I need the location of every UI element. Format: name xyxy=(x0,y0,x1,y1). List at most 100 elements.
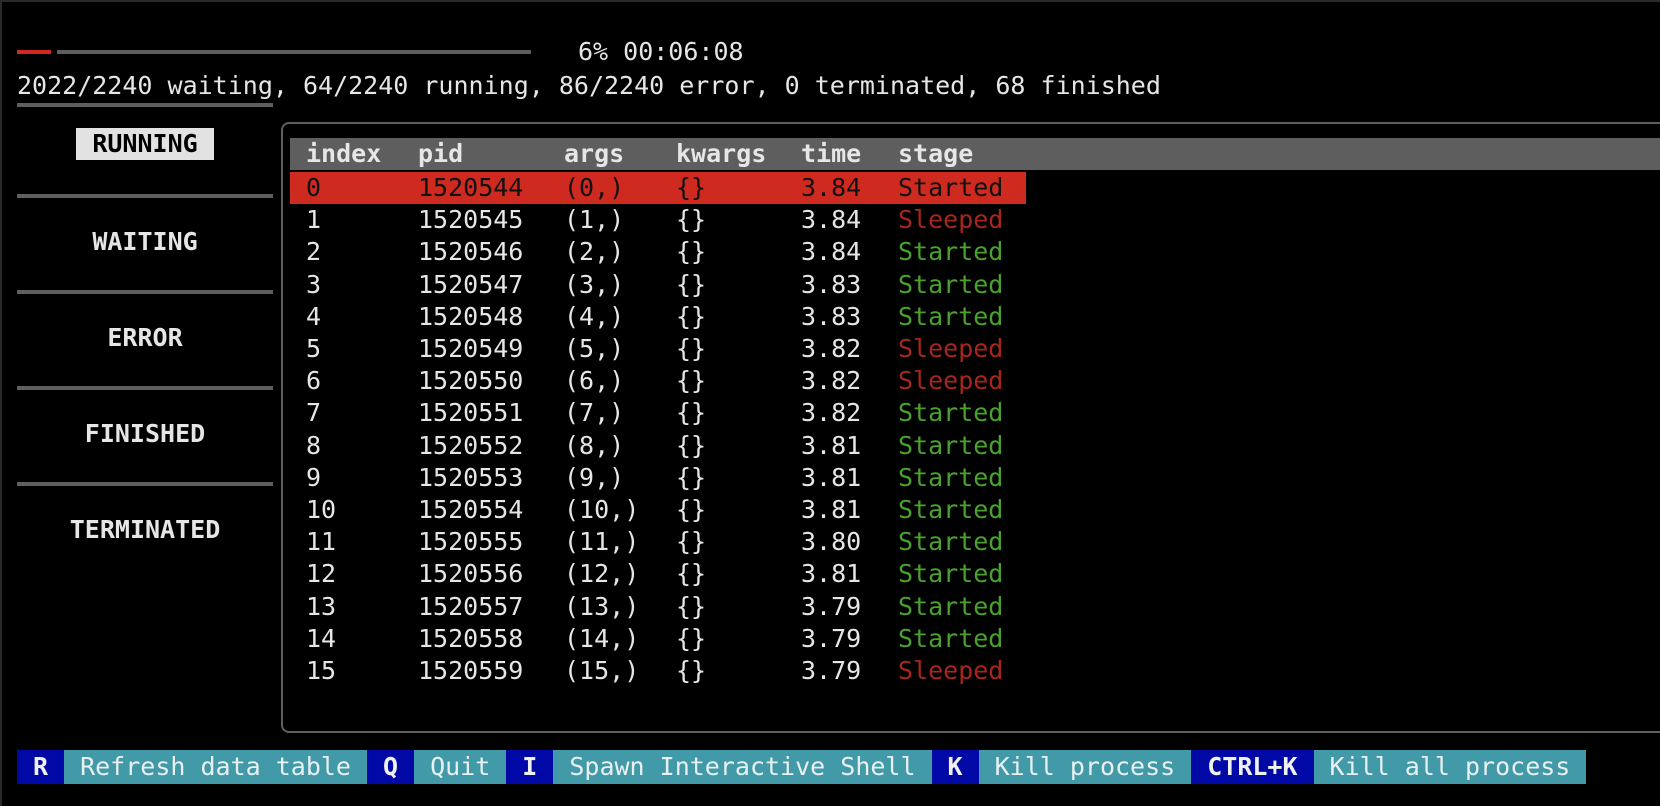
cell-pid: 1520549 xyxy=(418,334,524,363)
cell-stage: Started xyxy=(898,495,1004,524)
cell-pid: 1520545 xyxy=(418,205,524,235)
cell-time: 3.84 xyxy=(801,237,862,267)
table-row[interactable]: 5 1520549 (5,) {} 3.82 Sleeped xyxy=(290,333,1026,365)
progress-bar-fill xyxy=(17,50,51,54)
kill-process-button[interactable]: Kill process xyxy=(978,750,1192,784)
sidebar-item-finished[interactable]: FINISHED xyxy=(17,418,273,520)
sidebar-divider xyxy=(17,290,273,294)
table-row[interactable]: 14 1520558 (14,) {} 3.79 Started xyxy=(290,623,1026,655)
cell-args: (3,) xyxy=(564,269,625,299)
cell-pid: 1520554 xyxy=(418,495,524,524)
cell-args: (6,) xyxy=(564,366,625,396)
cell-args: (5,) xyxy=(564,334,625,363)
table-row[interactable]: 13 1520557 (13,) {} 3.79 Started xyxy=(290,591,1026,623)
cell-kwargs: {} xyxy=(676,334,707,363)
table-row[interactable]: 9 1520553 (9,) {} 3.81 Started xyxy=(290,462,1026,494)
cell-pid: 1520553 xyxy=(418,462,524,492)
cell-pid: 1520555 xyxy=(418,527,524,557)
key-i[interactable]: I xyxy=(506,750,554,784)
cell-time: 3.79 xyxy=(801,656,862,685)
cell-stage: Started xyxy=(898,527,1004,557)
progress-bar-track xyxy=(57,50,531,54)
column-header-pid[interactable]: pid xyxy=(418,138,463,170)
cell-index: 13 xyxy=(306,591,337,621)
table-row[interactable]: 0 1520544 (0,) {} 3.84 Started xyxy=(290,172,1026,204)
table-row[interactable]: 4 1520548 (4,) {} 3.83 Started xyxy=(290,301,1026,333)
key-q[interactable]: Q xyxy=(367,750,415,784)
cell-pid: 1520548 xyxy=(418,301,524,331)
cell-index: 5 xyxy=(306,334,322,363)
cell-stage: Sleeped xyxy=(898,334,1004,363)
quit-button[interactable]: Quit xyxy=(414,750,507,784)
kill-all-button[interactable]: Kill all process xyxy=(1313,750,1587,784)
key-ctrl-k[interactable]: CTRL+K xyxy=(1191,750,1314,784)
column-header-index[interactable]: index xyxy=(306,138,381,170)
cell-time: 3.81 xyxy=(801,495,862,524)
table-row[interactable]: 6 1520550 (6,) {} 3.82 Sleeped xyxy=(290,365,1026,397)
cell-index: 12 xyxy=(306,559,337,589)
column-header-stage[interactable]: stage xyxy=(898,138,973,170)
cell-index: 2 xyxy=(306,237,322,267)
sidebar-item-running[interactable]: RUNNING xyxy=(17,128,273,230)
cell-args: (1,) xyxy=(564,205,625,235)
cell-index: 7 xyxy=(306,398,322,428)
cell-args: (9,) xyxy=(564,462,625,492)
cell-time: 3.82 xyxy=(801,366,862,396)
cell-args: (13,) xyxy=(564,591,640,621)
sidebar-item-terminated[interactable]: TERMINATED xyxy=(17,514,273,616)
table-row[interactable]: 3 1520547 (3,) {} 3.83 Started xyxy=(290,269,1026,301)
key-r[interactable]: R xyxy=(17,750,65,784)
sidebar-item-error[interactable]: ERROR xyxy=(17,322,273,424)
cell-pid: 1520559 xyxy=(418,656,524,685)
cell-kwargs: {} xyxy=(676,205,707,235)
key-k[interactable]: K xyxy=(931,750,979,784)
table-row[interactable]: 10 1520554 (10,) {} 3.81 Started xyxy=(290,494,1026,526)
cell-stage: Started xyxy=(898,462,1004,492)
table-row[interactable]: 15 1520559 (15,) {} 3.79 Sleeped xyxy=(290,655,1026,687)
cell-kwargs: {} xyxy=(676,269,707,299)
cell-kwargs: {} xyxy=(676,301,707,331)
status-summary: 2022/2240 waiting, 64/2240 running, 86/2… xyxy=(17,71,1161,100)
cell-index: 6 xyxy=(306,366,322,396)
cell-index: 10 xyxy=(306,495,337,524)
cell-kwargs: {} xyxy=(676,237,707,267)
sidebar-divider xyxy=(17,194,273,198)
sidebar-item-label: WAITING xyxy=(92,227,198,256)
cell-pid: 1520550 xyxy=(418,366,524,396)
cell-pid: 1520547 xyxy=(418,269,524,299)
sidebar-item-waiting[interactable]: WAITING xyxy=(17,226,273,328)
cell-args: (4,) xyxy=(564,301,625,331)
cell-time: 3.79 xyxy=(801,623,862,653)
table-row[interactable]: 8 1520552 (8,) {} 3.81 Started xyxy=(290,430,1026,462)
cell-time: 3.83 xyxy=(801,269,862,299)
cell-time: 3.82 xyxy=(801,398,862,428)
table-row[interactable]: 11 1520555 (11,) {} 3.80 Started xyxy=(290,526,1026,558)
cell-index: 4 xyxy=(306,301,322,331)
table-row[interactable]: 2 1520546 (2,) {} 3.84 Started xyxy=(290,236,1026,268)
table-row[interactable]: 12 1520556 (12,) {} 3.81 Started xyxy=(290,558,1026,590)
cell-args: (7,) xyxy=(564,398,625,428)
sidebar-item-label: RUNNING xyxy=(76,128,214,160)
table-row[interactable]: 1 1520545 (1,) {} 3.84 Sleeped xyxy=(290,204,1026,236)
cell-pid: 1520552 xyxy=(418,430,524,460)
cell-stage: Started xyxy=(898,398,1004,428)
cell-kwargs: {} xyxy=(676,656,707,685)
spawn-shell-button[interactable]: Spawn Interactive Shell xyxy=(553,750,932,784)
cell-time: 3.81 xyxy=(801,430,862,460)
column-header-args[interactable]: args xyxy=(564,138,624,170)
cell-kwargs: {} xyxy=(676,366,707,396)
cell-pid: 1520557 xyxy=(418,591,524,621)
cell-kwargs: {} xyxy=(676,495,707,524)
column-header-kwargs[interactable]: kwargs xyxy=(676,138,766,170)
cell-time: 3.79 xyxy=(801,591,862,621)
table-row[interactable]: 7 1520551 (7,) {} 3.82 Started xyxy=(290,397,1026,429)
cell-index: 11 xyxy=(306,527,337,557)
cell-args: (15,) xyxy=(564,656,640,685)
column-header-time[interactable]: time xyxy=(801,138,861,170)
cell-args: (11,) xyxy=(564,527,640,557)
cell-time: 3.81 xyxy=(801,559,862,589)
cell-pid: 1520546 xyxy=(418,237,524,267)
refresh-button[interactable]: Refresh data table xyxy=(64,750,367,784)
sidebar-item-label: ERROR xyxy=(107,323,183,352)
sidebar-divider xyxy=(17,386,273,390)
